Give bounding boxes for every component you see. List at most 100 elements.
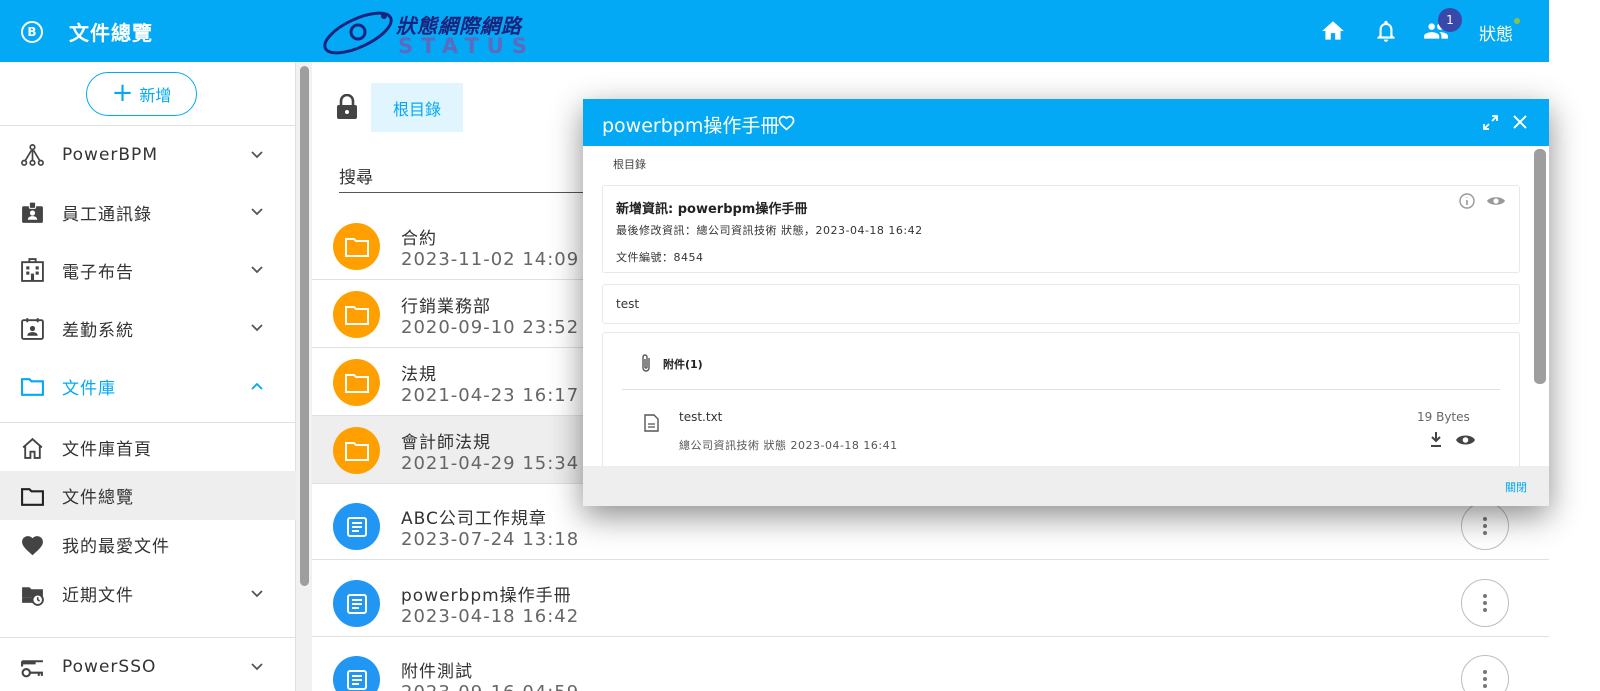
user-name[interactable]: 狀態	[1479, 20, 1513, 45]
document-icon	[346, 516, 367, 537]
dialog-header: powerbpm操作手冊	[583, 99, 1549, 146]
app-badge-icon[interactable]: B	[21, 21, 43, 43]
document-content: test	[616, 297, 640, 311]
dialog-breadcrumb[interactable]: 根目錄	[613, 156, 646, 172]
more-vertical-icon	[1483, 670, 1487, 688]
row-name: 會計師法規	[401, 433, 491, 453]
document-number: 文件編號：8454	[616, 251, 704, 264]
sidebar-item-label: 電子布告	[62, 262, 134, 283]
sidebar-item-label: PowerBPM	[62, 144, 158, 165]
attachments-divider	[622, 389, 1500, 390]
folder-icon	[344, 373, 369, 393]
chevron-down-icon	[251, 266, 263, 274]
new-button[interactable]: + 新增	[86, 72, 197, 116]
heart-icon	[22, 536, 43, 556]
file-text-icon	[644, 414, 659, 432]
row-more-button[interactable]	[1461, 579, 1509, 627]
sidebar-item-label: 文件庫	[62, 378, 116, 399]
online-status-dot	[1514, 18, 1520, 24]
row-name: powerbpm操作手冊	[401, 586, 572, 606]
attachment-size: 19 Bytes	[1417, 410, 1470, 424]
calendar-user-icon	[21, 318, 44, 340]
table-row[interactable]: 附件測試 2023-09-16 04:59	[312, 645, 1549, 691]
dialog-close-button[interactable]: 關閉	[1505, 479, 1527, 495]
sidebar-subitem-label: 我的最愛文件	[62, 537, 170, 557]
row-date: 2023-07-24 13:18	[401, 529, 580, 550]
search-input[interactable]	[399, 162, 589, 188]
breadcrumb-root[interactable]: 根目錄	[371, 83, 463, 132]
search-label: 搜尋	[339, 168, 373, 188]
sidebar-item-powerbpm[interactable]: PowerBPM	[0, 125, 296, 183]
home-icon[interactable]	[1320, 18, 1346, 44]
sidebar-item-label: PowerSSO	[62, 656, 157, 677]
sidebar-item-directory[interactable]: 員工通訊錄	[0, 183, 296, 241]
chevron-up-icon	[251, 382, 263, 390]
sidebar-item-bulletin[interactable]: 電子布告	[0, 241, 296, 299]
folder-icon	[21, 378, 44, 396]
document-dialog: powerbpm操作手冊 根目錄 新增資訊: powerbpm操作手冊 最後修改…	[583, 99, 1549, 506]
more-vertical-icon	[1483, 594, 1487, 612]
home-outline-icon	[22, 437, 43, 459]
folder-outline-icon	[21, 488, 44, 506]
sidebar-item-label: 員工通訊錄	[62, 204, 152, 225]
lock-icon	[337, 94, 357, 119]
attachment-filename[interactable]: test.txt	[679, 410, 722, 424]
top-bar: B 文件總覽 狀態網際網路 STATUS 1 狀態	[0, 0, 1549, 62]
notification-count-badge: 1	[1438, 8, 1462, 32]
info-card: 新增資訊: powerbpm操作手冊 最後修改資訊：總公司資訊技術 狀態，202…	[602, 185, 1520, 273]
folder-icon	[344, 305, 369, 325]
dialog-title: powerbpm操作手冊	[602, 115, 780, 137]
folder-avatar	[333, 427, 380, 474]
document-icon	[346, 669, 367, 690]
sidebar-item-attendance[interactable]: 差勤系統	[0, 299, 296, 357]
sidebar-subitem-favorites[interactable]: 我的最愛文件	[0, 520, 296, 569]
more-vertical-icon	[1483, 517, 1487, 535]
sidebar-scrollbar[interactable]	[296, 62, 312, 691]
sidebar-scrollbar-thumb[interactable]	[300, 66, 309, 586]
close-icon[interactable]	[1512, 114, 1528, 130]
document-icon	[346, 593, 367, 614]
sidebar-subitem-library-home[interactable]: 文件庫首頁	[0, 422, 296, 471]
folder-avatar	[333, 223, 380, 270]
info-view-icons	[1459, 193, 1505, 209]
row-name: 附件測試	[401, 662, 473, 682]
row-more-button[interactable]	[1461, 502, 1509, 550]
info-title: 新增資訊: powerbpm操作手冊	[616, 202, 808, 217]
row-name: 法規	[401, 365, 437, 385]
table-row[interactable]: powerbpm操作手冊 2023-04-18 16:42	[312, 569, 1549, 637]
heart-outline-icon[interactable]	[778, 115, 795, 131]
document-avatar	[333, 503, 380, 550]
dialog-body: 根目錄 新增資訊: powerbpm操作手冊 最後修改資訊：總公司資訊技術 狀態…	[583, 146, 1549, 466]
plus-icon: +	[111, 77, 134, 108]
folder-icon	[344, 237, 369, 257]
sidebar-subitem-label: 文件總覽	[62, 488, 134, 508]
document-avatar	[333, 580, 380, 627]
last-modified: 最後修改資訊：總公司資訊技術 狀態，2023-04-18 16:42	[616, 224, 923, 237]
dialog-scrollbar[interactable]	[1534, 149, 1546, 384]
row-name: ABC公司工作規章	[401, 509, 547, 529]
sidebar-item-label: 差勤系統	[62, 320, 134, 341]
sidebar-item-library[interactable]: 文件庫	[0, 357, 296, 415]
row-more-button[interactable]	[1461, 655, 1509, 691]
attachment-download-view-icons[interactable]	[1429, 430, 1477, 450]
sidebar-item-powersso[interactable]: PowerSSO	[0, 637, 296, 691]
row-date: 2020-09-10 23:52	[401, 317, 580, 338]
building-icon	[21, 258, 44, 282]
attachment-meta: 總公司資訊技術 狀態 2023-04-18 16:41	[679, 439, 898, 452]
bell-icon[interactable]	[1373, 18, 1399, 44]
row-date: 2023-09-16 04:59	[401, 682, 579, 691]
flow-tree-icon	[21, 144, 44, 166]
logo-english-text: STATUS	[398, 34, 535, 58]
sidebar-subitem-recent[interactable]: 近期文件	[0, 569, 296, 618]
sidebar-subitem-overview[interactable]: 文件總覽	[0, 471, 296, 520]
page-title: 文件總覽	[69, 21, 153, 45]
chevron-down-icon	[251, 324, 263, 332]
chevron-down-icon	[251, 590, 263, 598]
company-logo[interactable]: 狀態網際網路 STATUS	[318, 6, 558, 58]
expand-icon[interactable]	[1482, 114, 1499, 131]
chevron-down-icon	[251, 208, 263, 216]
row-name: 行銷業務部	[401, 297, 491, 317]
content-card: test	[602, 284, 1520, 324]
id-badge-icon	[22, 201, 43, 223]
row-date: 2023-04-18 16:42	[401, 606, 580, 627]
